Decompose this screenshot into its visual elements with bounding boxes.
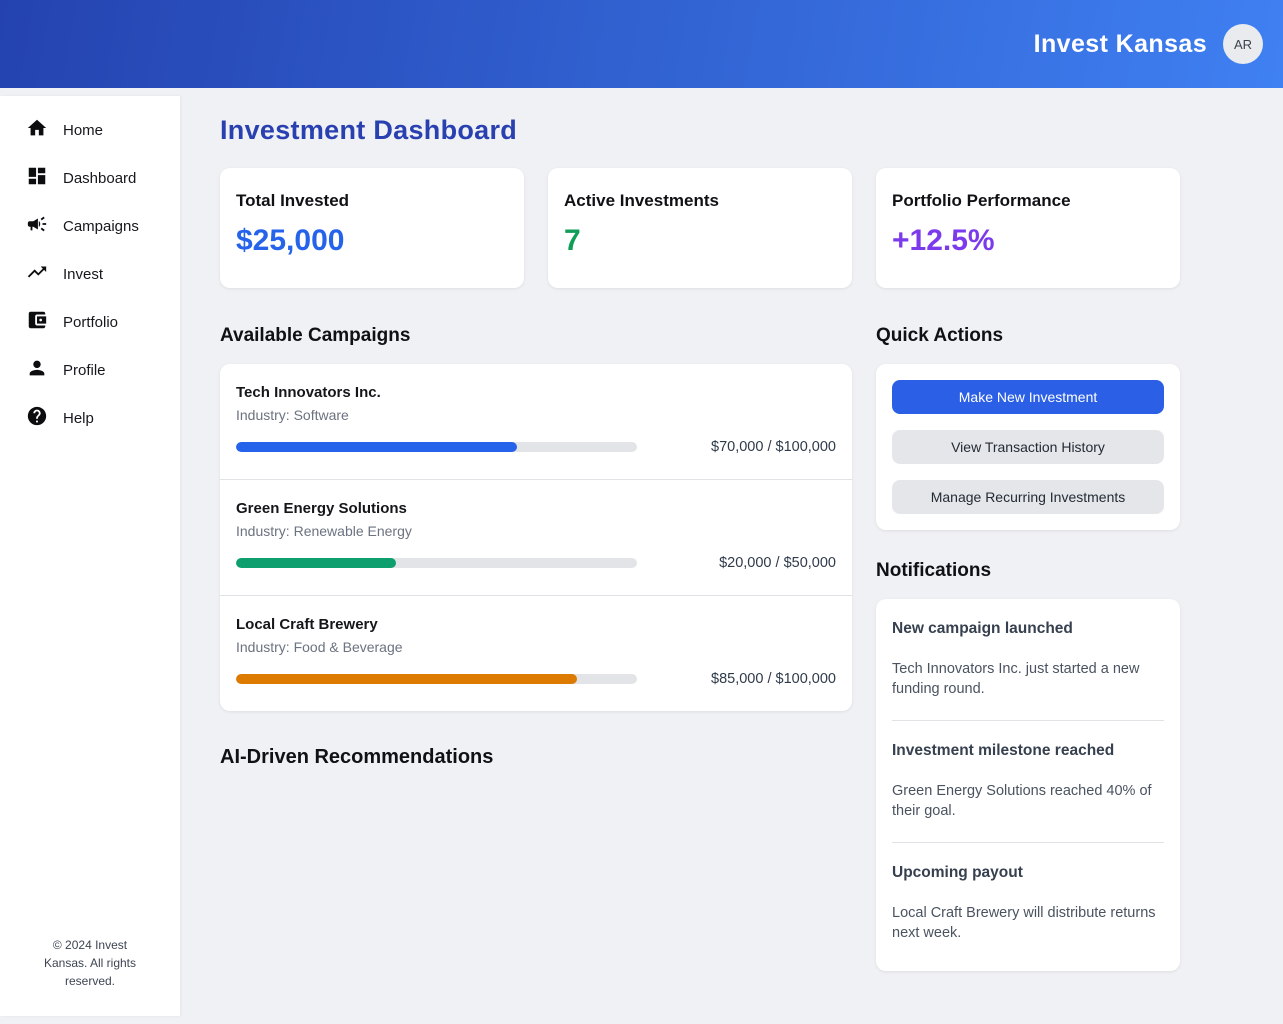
sidebar-item-portfolio[interactable]: Portfolio [0, 298, 180, 346]
notifications-section-title: Notifications [876, 560, 1180, 582]
progress-bar-track [236, 558, 637, 568]
campaign-amount: $85,000 / $100,000 [711, 671, 836, 687]
campaign-amount: $20,000 / $50,000 [719, 555, 836, 571]
notification-title: Upcoming payout [892, 864, 1164, 882]
campaign-name: Tech Innovators Inc. [236, 384, 836, 401]
home-icon [26, 117, 48, 143]
progress-bar-fill [236, 558, 396, 568]
campaign-progress-line: $20,000 / $50,000 [236, 555, 836, 571]
sidebar-item-invest[interactable]: Invest [0, 250, 180, 298]
sidebar-item-label: Help [63, 410, 94, 427]
sidebar-item-label: Invest [63, 266, 103, 283]
stat-label: Active Investments [564, 191, 836, 211]
progress-bar-track [236, 674, 637, 684]
sidebar-item-help[interactable]: Help [0, 394, 180, 442]
campaigns-column: Available Campaigns Tech Innovators Inc.… [220, 325, 852, 769]
sidebar-item-label: Campaigns [63, 218, 139, 235]
stat-card-total-invested: Total Invested $25,000 [220, 168, 524, 288]
campaign-row-craft-brewery[interactable]: Local Craft Brewery Industry: Food & Bev… [220, 595, 852, 711]
sidebar-item-label: Dashboard [63, 170, 136, 187]
sidebar-item-home[interactable]: Home [0, 106, 180, 154]
notifications-card: New campaign launched Tech Innovators In… [876, 599, 1180, 971]
help-icon [26, 405, 48, 431]
dashboard-icon [26, 165, 48, 191]
campaigns-card: Tech Innovators Inc. Industry: Software … [220, 364, 852, 711]
ai-recommendations-section-title: AI-Driven Recommendations [220, 746, 852, 769]
stats-row: Total Invested $25,000 Active Investment… [220, 168, 1180, 288]
app-header: Invest Kansas AR [0, 0, 1283, 88]
right-column: Quick Actions Make New Investment View T… [876, 325, 1180, 971]
notification-body: Green Energy Solutions reached 40% of th… [892, 781, 1164, 821]
trending-up-icon [26, 261, 48, 287]
campaign-row-tech-innovators[interactable]: Tech Innovators Inc. Industry: Software … [220, 364, 852, 479]
page-title: Investment Dashboard [220, 115, 1283, 146]
sidebar-nav: Home Dashboard Campaigns Invest Portfoli… [0, 96, 180, 936]
sidebar-item-label: Portfolio [63, 314, 118, 331]
stat-label: Portfolio Performance [892, 191, 1164, 211]
notification-item: New campaign launched Tech Innovators In… [892, 620, 1164, 699]
sidebar-item-dashboard[interactable]: Dashboard [0, 154, 180, 202]
notification-title: New campaign launched [892, 620, 1164, 638]
sidebar: Home Dashboard Campaigns Invest Portfoli… [0, 96, 180, 1016]
campaign-amount: $70,000 / $100,000 [711, 439, 836, 455]
megaphone-icon [26, 213, 48, 239]
app-title: Invest Kansas [1034, 30, 1207, 59]
stat-value: 7 [564, 224, 836, 258]
campaigns-section-title: Available Campaigns [220, 325, 852, 347]
make-new-investment-button[interactable]: Make New Investment [892, 380, 1164, 414]
campaign-industry: Industry: Renewable Energy [236, 523, 836, 539]
notification-title: Investment milestone reached [892, 742, 1164, 760]
quick-actions-section-title: Quick Actions [876, 325, 1180, 347]
divider [892, 842, 1164, 843]
campaign-progress-line: $85,000 / $100,000 [236, 671, 836, 687]
notification-body: Tech Innovators Inc. just started a new … [892, 659, 1164, 699]
page-layout: Home Dashboard Campaigns Invest Portfoli… [0, 88, 1283, 1024]
notification-item: Investment milestone reached Green Energ… [892, 742, 1164, 821]
sidebar-item-profile[interactable]: Profile [0, 346, 180, 394]
quick-actions-card: Make New Investment View Transaction His… [876, 364, 1180, 530]
stat-value: +12.5% [892, 224, 1164, 258]
notification-item: Upcoming payout Local Craft Brewery will… [892, 864, 1164, 943]
person-icon [26, 357, 48, 383]
progress-bar-track [236, 442, 637, 452]
copyright-text: © 2024 Invest Kansas. All rights reserve… [0, 936, 180, 1016]
stat-value: $25,000 [236, 224, 508, 258]
sidebar-item-label: Home [63, 122, 103, 139]
divider [892, 720, 1164, 721]
avatar-initials: AR [1234, 37, 1252, 52]
user-avatar[interactable]: AR [1223, 24, 1263, 64]
view-transaction-history-button[interactable]: View Transaction History [892, 430, 1164, 464]
wallet-icon [26, 309, 48, 335]
campaign-industry: Industry: Food & Beverage [236, 639, 836, 655]
stat-card-active-investments: Active Investments 7 [548, 168, 852, 288]
main-content: Investment Dashboard Total Invested $25,… [180, 88, 1283, 1024]
notification-body: Local Craft Brewery will distribute retu… [892, 903, 1164, 943]
content-columns: Available Campaigns Tech Innovators Inc.… [220, 325, 1180, 971]
sidebar-item-campaigns[interactable]: Campaigns [0, 202, 180, 250]
campaign-name: Green Energy Solutions [236, 500, 836, 517]
sidebar-item-label: Profile [63, 362, 106, 379]
stat-label: Total Invested [236, 191, 508, 211]
campaign-progress-line: $70,000 / $100,000 [236, 439, 836, 455]
campaign-industry: Industry: Software [236, 407, 836, 423]
manage-recurring-investments-button[interactable]: Manage Recurring Investments [892, 480, 1164, 514]
campaign-row-green-energy[interactable]: Green Energy Solutions Industry: Renewab… [220, 479, 852, 595]
progress-bar-fill [236, 674, 577, 684]
stat-card-portfolio-performance: Portfolio Performance +12.5% [876, 168, 1180, 288]
progress-bar-fill [236, 442, 517, 452]
campaign-name: Local Craft Brewery [236, 616, 836, 633]
